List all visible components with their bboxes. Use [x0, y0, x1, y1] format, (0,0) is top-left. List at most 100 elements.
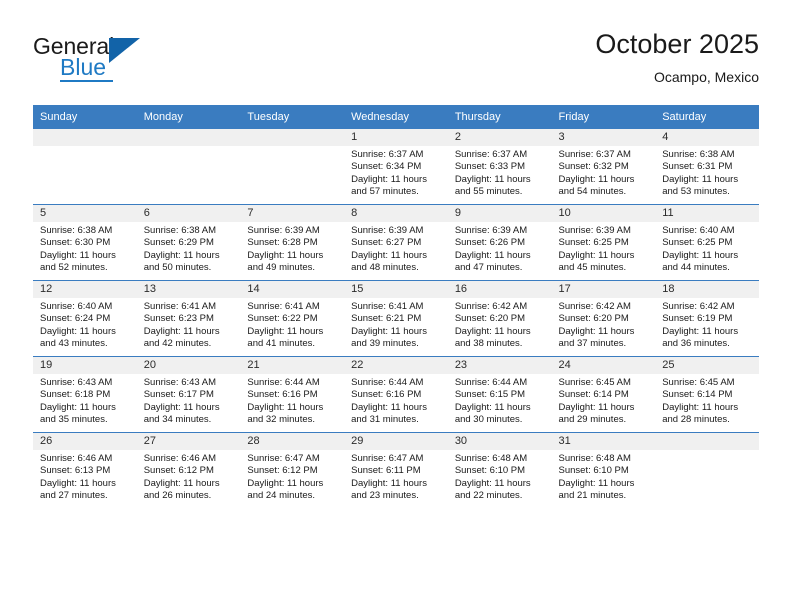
calendar-day-cell[interactable]: 13 Sunrise: 6:41 AM Sunset: 6:23 PM Dayligh… [136, 280, 241, 357]
daylight-duration-line2: and 34 minutes. [143, 414, 212, 426]
day-number: 11 [655, 205, 759, 222]
weekday-header-row: Sunday Monday Tuesday Wednesday Thursday… [33, 105, 759, 129]
calendar-day-cell[interactable]: 5 Sunrise: 6:38 AM Sunset: 6:30 PM Daylight… [33, 204, 137, 281]
sunset-time: Sunset: 6:18 PM [40, 389, 111, 401]
calendar-day-cell[interactable]: 10 Sunrise: 6:39 AM Sunset: 6:25 PM Dayligh… [551, 204, 656, 281]
day-cell: 13 Sunrise: 6:41 AM Sunset: 6:23 PM Dayligh… [136, 281, 241, 356]
sunrise-time: Sunrise: 6:39 AM [558, 225, 631, 236]
daylight-duration-line2: and 22 minutes. [454, 490, 523, 502]
calendar-day-cell[interactable]: 15 Sunrise: 6:41 AM Sunset: 6:21 PM Dayligh… [344, 280, 448, 357]
day-number: 10 [551, 205, 656, 222]
day-number: 28 [240, 433, 345, 450]
calendar-day-cell[interactable]: 24 Sunrise: 6:45 AM Sunset: 6:14 PM Dayligh… [551, 356, 656, 433]
daylight-duration-line2: and 41 minutes. [247, 338, 316, 350]
daylight-duration-line1: Daylight: 11 hours [558, 401, 635, 413]
day-cell: 18 Sunrise: 6:42 AM Sunset: 6:19 PM Dayligh… [655, 281, 759, 356]
day-sun-info: Sunrise: 6:44 AM Sunset: 6:16 PM Daylight:… [240, 374, 344, 427]
day-number: 8 [344, 205, 448, 222]
calendar-day-cell[interactable]: 1 Sunrise: 6:37 AM Sunset: 6:34 PM Daylight… [344, 129, 448, 205]
sunrise-time: Sunrise: 6:43 AM [143, 377, 217, 388]
daylight-duration-line1: Daylight: 11 hours [40, 477, 116, 489]
daylight-duration-line1: Daylight: 11 hours [558, 249, 635, 261]
daylight-duration-line1: Daylight: 11 hours [40, 401, 116, 413]
calendar-day-cell[interactable]: 9 Sunrise: 6:39 AM Sunset: 6:26 PM Daylight… [447, 204, 552, 281]
daylight-duration-line2: and 29 minutes. [558, 414, 627, 426]
calendar-day-cell[interactable]: 19 Sunrise: 6:43 AM Sunset: 6:18 PM Dayligh… [33, 356, 137, 433]
sunrise-time: Sunrise: 6:47 AM [247, 453, 320, 464]
calendar-day-cell[interactable]: 30 Sunrise: 6:48 AM Sunset: 6:10 PM Dayligh… [447, 432, 552, 508]
sunset-time: Sunset: 6:29 PM [143, 237, 214, 249]
daylight-duration-line2: and 21 minutes. [558, 490, 627, 502]
daylight-duration-line1: Daylight: 11 hours [558, 173, 635, 185]
day-sun-info: Sunrise: 6:40 AM Sunset: 6:25 PM Daylight:… [655, 222, 759, 275]
calendar-day-cell[interactable]: 2 Sunrise: 6:37 AM Sunset: 6:33 PM Daylight… [447, 129, 552, 205]
calendar-grid: Sunday Monday Tuesday Wednesday Thursday… [33, 105, 759, 508]
calendar-day-cell[interactable]: 14 Sunrise: 6:41 AM Sunset: 6:22 PM Dayligh… [240, 280, 345, 357]
day-number: 25 [655, 357, 759, 374]
calendar-day-cell[interactable]: 23 Sunrise: 6:44 AM Sunset: 6:15 PM Dayligh… [447, 356, 552, 433]
calendar-day-cell[interactable] [136, 129, 241, 205]
calendar-day-cell[interactable] [655, 432, 759, 508]
calendar-day-cell[interactable]: 26 Sunrise: 6:46 AM Sunset: 6:13 PM Dayligh… [33, 432, 137, 508]
calendar-day-cell[interactable]: 12 Sunrise: 6:40 AM Sunset: 6:24 PM Dayligh… [33, 280, 137, 357]
daylight-duration-line1: Daylight: 11 hours [40, 249, 116, 261]
day-sun-info: Sunrise: 6:40 AM Sunset: 6:24 PM Daylight:… [33, 298, 137, 351]
sunrise-time: Sunrise: 6:37 AM [351, 149, 424, 160]
calendar-day-cell[interactable]: 22 Sunrise: 6:44 AM Sunset: 6:16 PM Dayligh… [344, 356, 448, 433]
calendar-day-cell[interactable]: 11 Sunrise: 6:40 AM Sunset: 6:25 PM Dayligh… [655, 204, 759, 281]
day-number: 24 [551, 357, 656, 374]
day-sun-info: Sunrise: 6:47 AM Sunset: 6:11 PM Daylight:… [344, 450, 448, 503]
calendar-day-cell[interactable]: 6 Sunrise: 6:38 AM Sunset: 6:29 PM Daylight… [136, 204, 241, 281]
daylight-duration-line2: and 24 minutes. [247, 490, 316, 502]
calendar-day-cell[interactable]: 16 Sunrise: 6:42 AM Sunset: 6:20 PM Dayligh… [447, 280, 552, 357]
sunset-time: Sunset: 6:15 PM [454, 389, 526, 401]
sunset-time: Sunset: 6:16 PM [247, 389, 318, 401]
calendar-day-cell[interactable]: 31 Sunrise: 6:48 AM Sunset: 6:10 PM Dayligh… [551, 432, 656, 508]
day-number: 31 [551, 433, 656, 450]
calendar-day-cell[interactable] [240, 129, 345, 205]
day-cell: 1 Sunrise: 6:37 AM Sunset: 6:34 PM Daylight… [344, 129, 448, 204]
sunrise-time: Sunrise: 6:39 AM [454, 225, 528, 236]
day-sun-info: Sunrise: 6:37 AM Sunset: 6:33 PM Daylight:… [448, 146, 552, 199]
calendar-day-cell[interactable]: 27 Sunrise: 6:46 AM Sunset: 6:12 PM Dayligh… [136, 432, 241, 508]
calendar-day-cell[interactable]: 3 Sunrise: 6:37 AM Sunset: 6:32 PM Daylight… [551, 129, 656, 205]
day-number [655, 433, 759, 450]
calendar-week-row: 5 Sunrise: 6:38 AM Sunset: 6:30 PM Daylight… [33, 204, 759, 281]
daylight-duration-line2: and 50 minutes. [143, 262, 212, 274]
calendar-week-row: 19 Sunrise: 6:43 AM Sunset: 6:18 PM Dayligh… [33, 356, 759, 433]
day-sun-info: Sunrise: 6:39 AM Sunset: 6:26 PM Daylight:… [448, 222, 552, 275]
sunset-time: Sunset: 6:16 PM [351, 389, 422, 401]
day-number: 19 [33, 357, 137, 374]
day-cell: 21 Sunrise: 6:44 AM Sunset: 6:16 PM Dayligh… [240, 357, 345, 432]
sunrise-time: Sunrise: 6:47 AM [351, 453, 424, 464]
day-cell: 27 Sunrise: 6:46 AM Sunset: 6:12 PM Dayligh… [136, 433, 241, 508]
calendar-day-cell[interactable]: 29 Sunrise: 6:47 AM Sunset: 6:11 PM Dayligh… [344, 432, 448, 508]
day-cell: 2 Sunrise: 6:37 AM Sunset: 6:33 PM Daylight… [447, 129, 552, 204]
page-subtitle: Ocampo, Mexico [653, 69, 759, 85]
calendar-day-cell[interactable]: 8 Sunrise: 6:39 AM Sunset: 6:27 PM Daylight… [344, 204, 448, 281]
calendar-day-cell[interactable]: 28 Sunrise: 6:47 AM Sunset: 6:12 PM Dayligh… [240, 432, 345, 508]
calendar-day-cell[interactable]: 21 Sunrise: 6:44 AM Sunset: 6:16 PM Dayligh… [240, 356, 345, 433]
day-number [33, 129, 137, 146]
sunset-time: Sunset: 6:19 PM [662, 313, 733, 325]
logo-underline [60, 80, 113, 82]
weekday-header-friday: Friday [551, 105, 656, 129]
daylight-duration-line1: Daylight: 11 hours [143, 249, 220, 261]
daylight-duration-line1: Daylight: 11 hours [143, 325, 220, 337]
calendar-day-cell[interactable]: 17 Sunrise: 6:42 AM Sunset: 6:20 PM Dayligh… [551, 280, 656, 357]
day-cell: 29 Sunrise: 6:47 AM Sunset: 6:11 PM Dayligh… [344, 433, 448, 508]
day-sun-info: Sunrise: 6:43 AM Sunset: 6:18 PM Daylight:… [33, 374, 137, 427]
day-sun-info: Sunrise: 6:37 AM Sunset: 6:32 PM Daylight:… [552, 146, 656, 199]
day-cell: 25 Sunrise: 6:45 AM Sunset: 6:14 PM Dayligh… [655, 357, 759, 432]
sunset-time: Sunset: 6:20 PM [454, 313, 526, 325]
calendar-day-cell[interactable]: 25 Sunrise: 6:45 AM Sunset: 6:14 PM Dayligh… [655, 356, 759, 433]
calendar-day-cell[interactable]: 18 Sunrise: 6:42 AM Sunset: 6:19 PM Dayligh… [655, 280, 759, 357]
calendar-day-cell[interactable]: 7 Sunrise: 6:39 AM Sunset: 6:28 PM Daylight… [240, 204, 345, 281]
calendar-day-cell[interactable]: 20 Sunrise: 6:43 AM Sunset: 6:17 PM Dayligh… [136, 356, 241, 433]
calendar-day-cell[interactable]: 4 Sunrise: 6:38 AM Sunset: 6:31 PM Daylight… [655, 129, 759, 205]
weekday-header-monday: Monday [136, 105, 241, 129]
sunset-time: Sunset: 6:10 PM [558, 465, 629, 477]
day-number: 14 [240, 281, 345, 298]
day-cell: 26 Sunrise: 6:46 AM Sunset: 6:13 PM Dayligh… [33, 433, 137, 508]
calendar-day-cell[interactable] [33, 129, 137, 205]
